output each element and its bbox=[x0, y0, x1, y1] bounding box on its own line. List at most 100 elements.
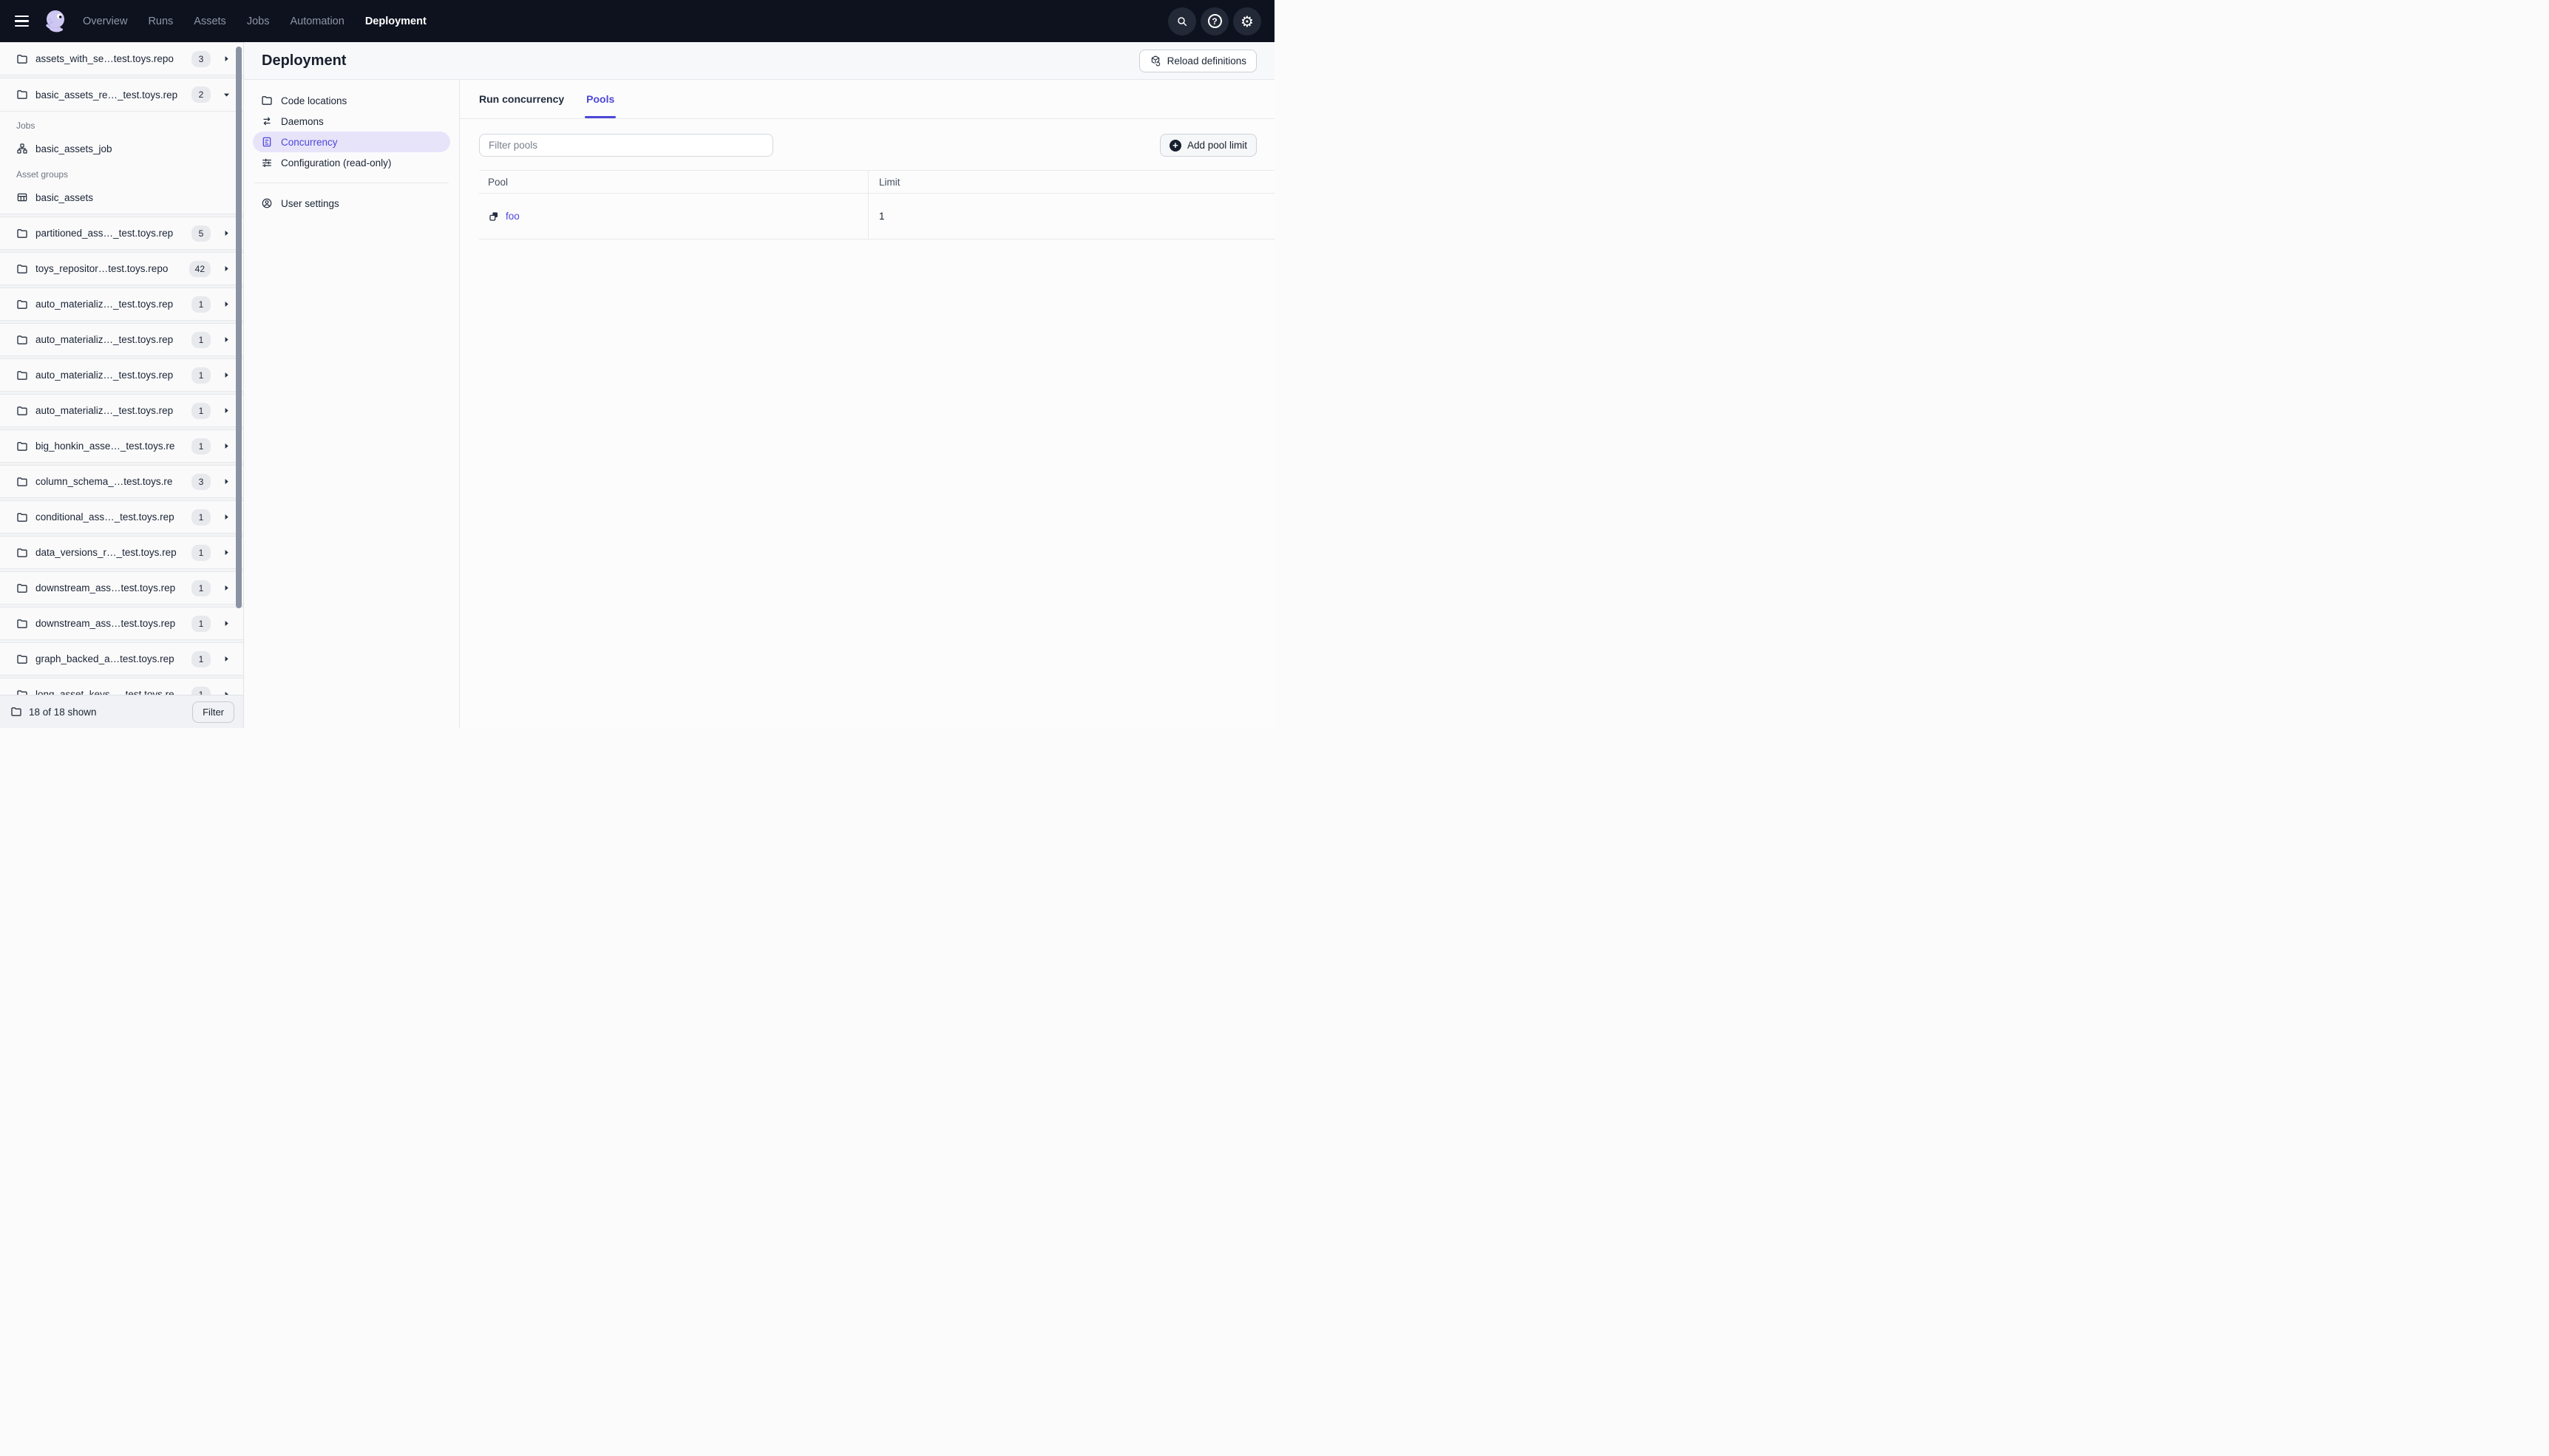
count-badge: 1 bbox=[191, 615, 211, 632]
job-name: basic_assets_job bbox=[35, 143, 112, 154]
chevron-right-icon[interactable] bbox=[218, 583, 234, 593]
folder-icon bbox=[16, 228, 28, 239]
chevron-right-icon[interactable] bbox=[218, 228, 234, 238]
chevron-right-icon[interactable] bbox=[218, 654, 234, 664]
add-pool-limit-button[interactable]: + Add pool limit bbox=[1159, 134, 1257, 157]
code-location-row[interactable]: big_honkin_asse…_test.toys.re 1 bbox=[0, 429, 243, 463]
chevron-down-icon[interactable] bbox=[218, 90, 234, 100]
folder-icon bbox=[16, 582, 28, 594]
jobs-section-label: Jobs bbox=[16, 120, 35, 131]
code-location-name: toys_repositor…test.toys.repo bbox=[35, 263, 169, 274]
chevron-right-icon[interactable] bbox=[218, 335, 234, 344]
code-location-list: assets_with_se…test.toys.repo 3 basic_as… bbox=[0, 42, 243, 728]
count-badge: 1 bbox=[191, 331, 211, 348]
code-location-name: assets_with_se…test.toys.repo bbox=[35, 53, 174, 64]
tab-run-concurrency[interactable]: Run concurrency bbox=[479, 80, 564, 118]
folder-icon bbox=[16, 53, 28, 65]
code-location-row[interactable]: assets_with_se…test.toys.repo 3 bbox=[0, 42, 243, 75]
settings-gear-icon[interactable]: ⚙ bbox=[1233, 7, 1261, 35]
nav-runs[interactable]: Runs bbox=[148, 16, 173, 27]
plus-circle-icon: + bbox=[1169, 139, 1181, 152]
code-location-name: conditional_ass…_test.toys.rep bbox=[35, 511, 174, 523]
expanded-content: Jobs basic_assets_job Asset groups basic… bbox=[0, 112, 243, 214]
code-location-row[interactable]: auto_materializ…_test.toys.rep 1 bbox=[0, 323, 243, 356]
reload-definitions-icon bbox=[1150, 55, 1161, 67]
code-location-row[interactable]: data_versions_r…_test.toys.rep 1 bbox=[0, 536, 243, 569]
nav-assets[interactable]: Assets bbox=[194, 16, 226, 27]
chevron-right-icon[interactable] bbox=[218, 406, 234, 415]
code-location-row[interactable]: partitioned_ass…_test.toys.rep 5 bbox=[0, 217, 243, 250]
code-location-row[interactable]: auto_materializ…_test.toys.rep 1 bbox=[0, 358, 243, 392]
chevron-right-icon[interactable] bbox=[218, 54, 234, 64]
filter-button[interactable]: Filter bbox=[192, 701, 234, 723]
menu-icon[interactable] bbox=[15, 13, 33, 30]
code-location-row[interactable]: column_schema_…test.toys.re 3 bbox=[0, 465, 243, 498]
code-location-name: column_schema_…test.toys.re bbox=[35, 476, 173, 487]
code-location-name: auto_materializ…_test.toys.rep bbox=[35, 405, 174, 416]
pools-table: Pool Limit foo 1 bbox=[479, 170, 1274, 239]
filter-pools-input[interactable] bbox=[479, 134, 773, 157]
chevron-right-icon[interactable] bbox=[218, 548, 234, 557]
folder-icon bbox=[261, 95, 273, 106]
code-location-row[interactable]: auto_materializ…_test.toys.rep 1 bbox=[0, 394, 243, 427]
chevron-right-icon[interactable] bbox=[218, 299, 234, 309]
main-area: Deployment Reload definitions Code locat… bbox=[244, 42, 1274, 728]
nav-jobs[interactable]: Jobs bbox=[247, 16, 270, 27]
job-item[interactable]: basic_assets_job bbox=[16, 140, 234, 157]
count-badge: 1 bbox=[191, 579, 211, 596]
nav-automation[interactable]: Automation bbox=[290, 16, 344, 27]
count-badge: 1 bbox=[191, 508, 211, 525]
code-location-row[interactable]: downstream_ass…test.toys.rep 1 bbox=[0, 607, 243, 640]
chevron-right-icon[interactable] bbox=[218, 370, 234, 380]
sidebar-scrollbar-thumb[interactable] bbox=[236, 47, 242, 608]
chevron-right-icon[interactable] bbox=[218, 264, 234, 273]
code-location-name: auto_materializ…_test.toys.rep bbox=[35, 370, 174, 381]
job-icon bbox=[16, 143, 28, 154]
folder-icon bbox=[16, 547, 28, 559]
code-location-row[interactable]: graph_backed_a…test.toys.rep 1 bbox=[0, 642, 243, 676]
pool-link[interactable]: foo bbox=[506, 211, 520, 222]
column-header-limit: Limit bbox=[868, 171, 1274, 194]
code-location-row[interactable]: auto_materializ…_test.toys.rep 1 bbox=[0, 288, 243, 321]
nav-code-locations[interactable]: Code locations bbox=[253, 90, 450, 111]
nav-concurrency[interactable]: Concurrency bbox=[253, 132, 450, 152]
shown-count: 18 of 18 shown bbox=[29, 706, 97, 718]
code-location-name: auto_materializ…_test.toys.rep bbox=[35, 299, 174, 310]
code-location-row[interactable]: conditional_ass…_test.toys.rep 1 bbox=[0, 500, 243, 534]
count-badge: 1 bbox=[191, 544, 211, 561]
nav-code-locations-label: Code locations bbox=[281, 95, 347, 106]
limit-cell: 1 bbox=[868, 194, 1274, 239]
count-badge: 1 bbox=[191, 650, 211, 667]
tab-pools[interactable]: Pools bbox=[585, 80, 617, 118]
nav-user-settings[interactable]: User settings bbox=[253, 193, 450, 214]
chevron-right-icon[interactable] bbox=[218, 441, 234, 451]
code-location-name: basic_assets_re…_test.toys.rep bbox=[35, 89, 178, 101]
chevron-right-icon[interactable] bbox=[218, 512, 234, 522]
folder-icon bbox=[16, 511, 28, 523]
pool-cell: foo bbox=[479, 194, 868, 239]
dagster-logo-icon[interactable] bbox=[41, 7, 69, 35]
help-icon[interactable]: ? bbox=[1201, 7, 1229, 35]
code-location-name: partitioned_ass…_test.toys.rep bbox=[35, 228, 174, 239]
nav-deployment[interactable]: Deployment bbox=[365, 16, 427, 27]
chevron-right-icon[interactable] bbox=[218, 619, 234, 628]
nav-daemons[interactable]: Daemons bbox=[253, 111, 450, 132]
folder-icon bbox=[16, 653, 28, 665]
nav-configuration[interactable]: Configuration (read-only) bbox=[253, 152, 450, 173]
user-icon bbox=[261, 197, 273, 209]
reload-definitions-button[interactable]: Reload definitions bbox=[1138, 49, 1257, 72]
code-location-row[interactable]: toys_repositor…test.toys.repo 42 bbox=[0, 252, 243, 285]
asset-group-item[interactable]: basic_assets bbox=[16, 188, 234, 206]
code-location-row[interactable]: downstream_ass…test.toys.rep 1 bbox=[0, 571, 243, 605]
search-icon[interactable] bbox=[1168, 7, 1196, 35]
nav-overview[interactable]: Overview bbox=[83, 16, 127, 27]
chevron-right-icon[interactable] bbox=[218, 477, 234, 486]
code-location-name: downstream_ass…test.toys.rep bbox=[35, 582, 176, 593]
folder-icon bbox=[16, 299, 28, 310]
nav-actions: ? ⚙ bbox=[1168, 7, 1261, 35]
code-location-row[interactable]: basic_assets_re…_test.toys.rep 2 bbox=[0, 78, 243, 112]
nav-daemons-label: Daemons bbox=[281, 115, 324, 127]
nav-user-settings-label: User settings bbox=[281, 197, 339, 209]
code-location-name: graph_backed_a…test.toys.rep bbox=[35, 653, 174, 664]
reload-definitions-label: Reload definitions bbox=[1167, 55, 1246, 67]
